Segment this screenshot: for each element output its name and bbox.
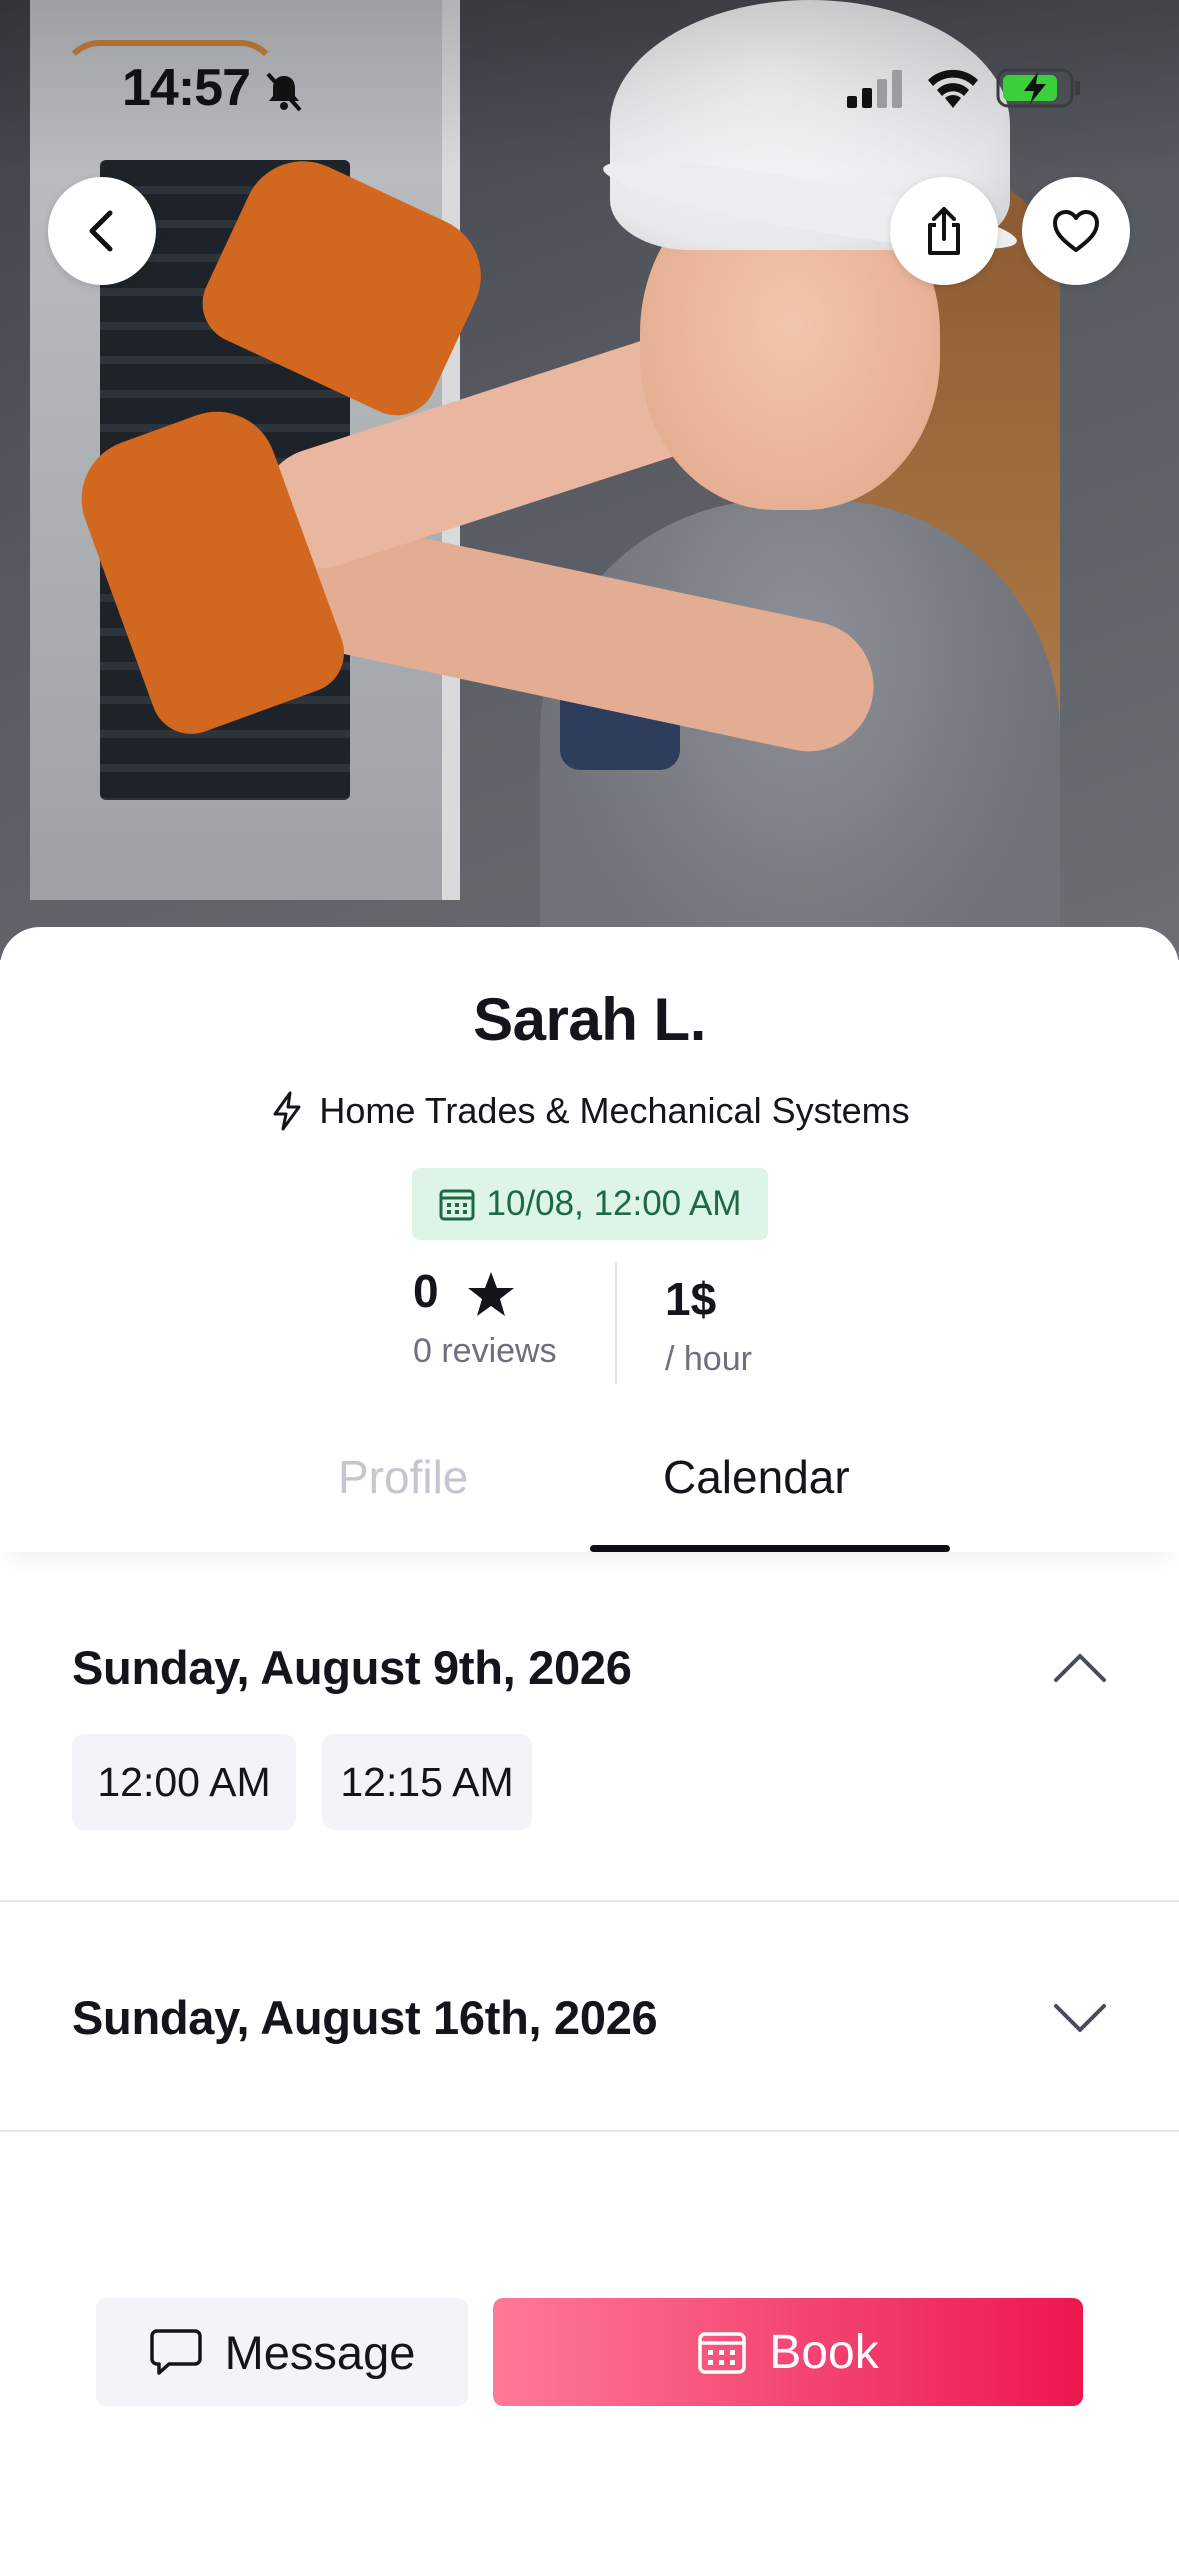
tab-profile[interactable]: Profile: [338, 1450, 468, 1504]
time-slot-label: 12:15 AM: [340, 1758, 514, 1805]
reviews-count: 0 reviews: [413, 1332, 557, 1370]
day-title[interactable]: Sunday, August 16th, 2026: [72, 1990, 658, 2045]
lightning-bolt-icon: [273, 1091, 301, 1131]
book-label: Book: [769, 2325, 879, 2379]
message-label: Message: [224, 2325, 416, 2379]
tab-calendar[interactable]: Calendar: [663, 1450, 850, 1504]
next-available-badge: 10/08, 12:00 AM: [412, 1168, 768, 1240]
stats-divider: [615, 1262, 617, 1384]
section-divider: [0, 2130, 1179, 2132]
book-button[interactable]: Book: [493, 2298, 1083, 2406]
active-tab-indicator: [590, 1545, 950, 1552]
chevron-up-icon[interactable]: [1052, 1650, 1108, 1686]
time-slot-label: 12:00 AM: [97, 1758, 271, 1805]
price-value: 1$: [665, 1273, 717, 1325]
time-slot[interactable]: 12:00 AM: [72, 1734, 296, 1830]
status-bar: 14:57: [0, 50, 1179, 130]
heart-icon: [1053, 210, 1099, 252]
chat-bubble-icon: [149, 2329, 202, 2375]
day-title[interactable]: Sunday, August 9th, 2026: [72, 1640, 632, 1695]
star-icon: [468, 1272, 514, 1316]
message-button[interactable]: Message: [96, 2298, 468, 2406]
chevron-down-icon[interactable]: [1052, 2000, 1108, 2036]
price-unit: / hour: [665, 1340, 752, 1378]
battery-charging-icon: [996, 68, 1080, 108]
time-slot[interactable]: 12:15 AM: [322, 1734, 532, 1830]
bell-muted-icon: [266, 72, 302, 112]
wifi-icon: [928, 69, 978, 108]
calendar-icon: [439, 1189, 475, 1221]
provider-photo: [0, 0, 1179, 960]
favorite-button[interactable]: [1022, 177, 1130, 285]
provider-name: Sarah L.: [473, 986, 706, 1053]
status-time: 14:57: [122, 59, 251, 117]
provider-category: Home Trades & Mechanical Systems: [0, 1090, 1179, 1132]
share-icon: [928, 207, 960, 255]
share-button[interactable]: [890, 177, 998, 285]
calendar-day-section: Sunday, August 16th, 2026: [0, 1902, 1179, 2130]
back-button[interactable]: [48, 177, 156, 285]
chevron-left-icon: [89, 210, 113, 252]
photo-shade: [0, 0, 1179, 960]
category-label: Home Trades & Mechanical Systems: [319, 1090, 910, 1131]
calendar-day-section: Sunday, August 9th, 2026 12:00 AM 12:15 …: [0, 1590, 1179, 1890]
tab-bar: Profile Calendar: [0, 1410, 1179, 1552]
next-available-text: 10/08, 12:00 AM: [486, 1184, 742, 1223]
rating-value: 0: [413, 1265, 439, 1317]
calendar-icon: [698, 2332, 747, 2374]
provider-stats: 0 0 reviews 1$ / hour: [0, 1262, 1179, 1387]
signal-icon: [847, 70, 902, 108]
